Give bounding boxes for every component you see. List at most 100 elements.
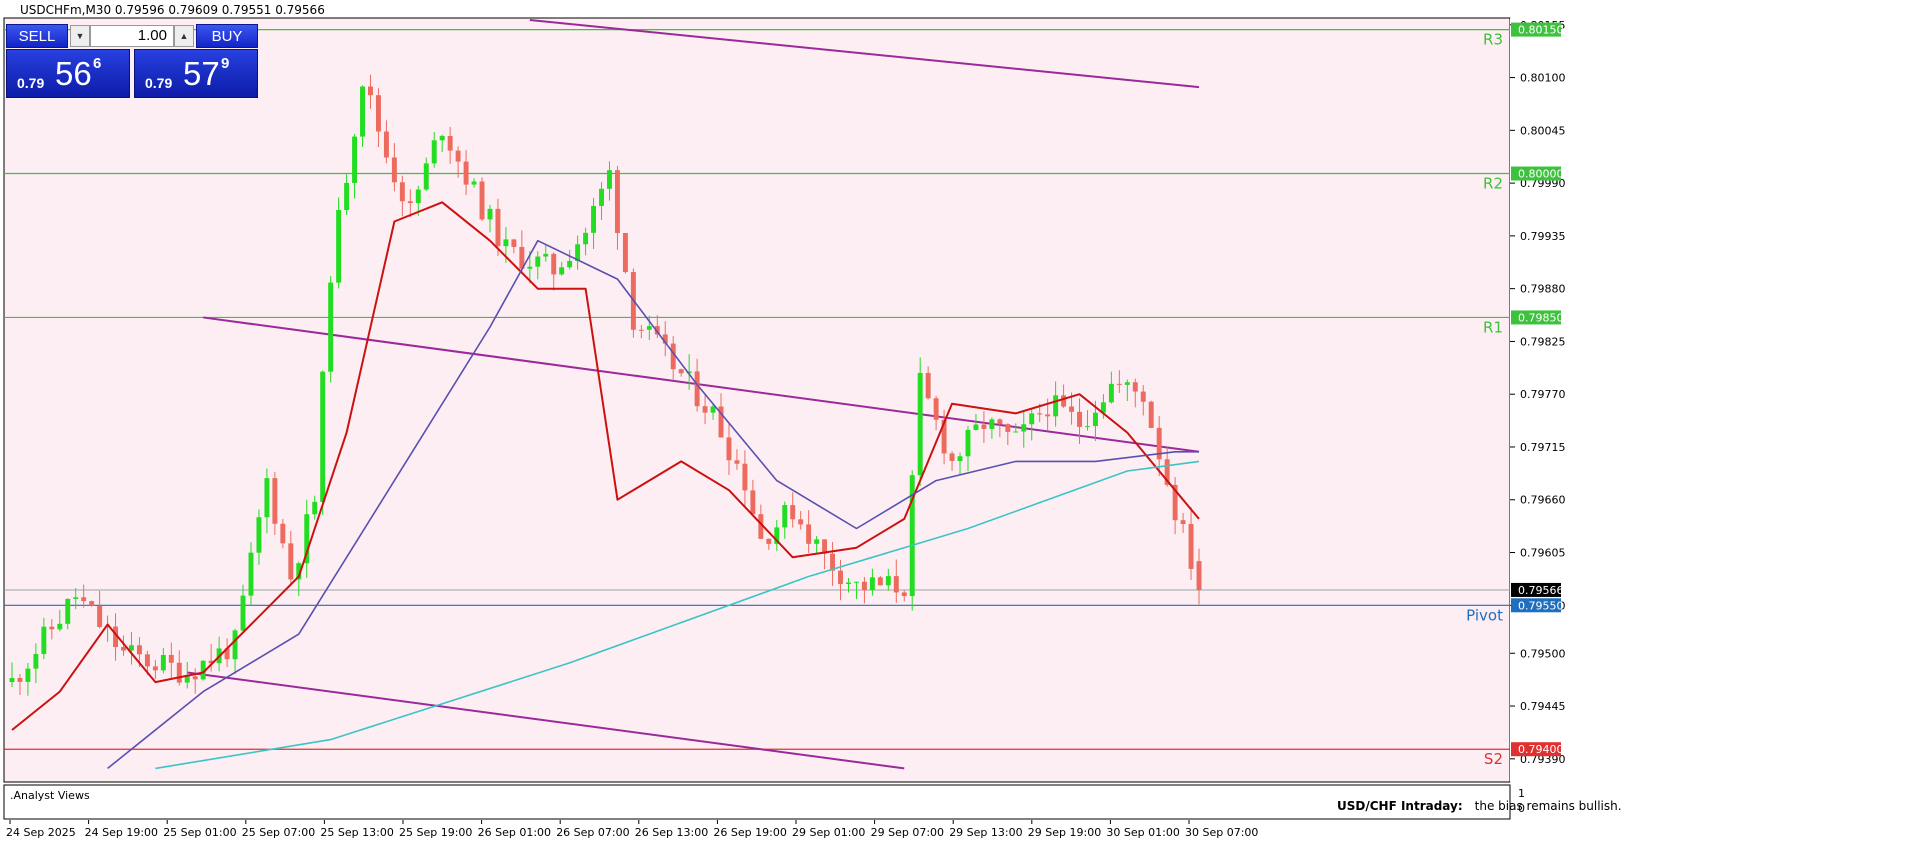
- price-tick-label: 0.79445: [1520, 700, 1566, 713]
- candle-body: [925, 372, 931, 399]
- candle-body: [41, 626, 47, 654]
- candle-body: [73, 597, 79, 599]
- price-marker-label: 0.80150: [1518, 24, 1564, 37]
- price-marker-label: 0.79400: [1518, 743, 1564, 756]
- candle-body: [121, 647, 126, 651]
- candle-body: [328, 282, 334, 372]
- candle-body: [1029, 413, 1035, 425]
- candle-body: [49, 626, 55, 630]
- indicator-scale-bottom: 0: [1518, 802, 1525, 815]
- time-tick-label: 24 Sep 2025: [6, 826, 76, 839]
- time-tick-label: 25 Sep 19:00: [399, 826, 472, 839]
- candle[interactable]: [1148, 400, 1154, 429]
- candle-body: [312, 501, 318, 515]
- buy-price-big: 57: [183, 55, 220, 92]
- candle[interactable]: [328, 275, 334, 383]
- lot-size-input[interactable]: 1.00: [90, 25, 174, 47]
- price-chart[interactable]: R3R2R1PivotS2 0.801550.801000.800450.799…: [0, 0, 1916, 840]
- price-marker-label: 0.80000: [1518, 168, 1564, 181]
- candle[interactable]: [909, 470, 915, 611]
- candle-body: [766, 538, 772, 544]
- time-tick-label: 26 Sep 19:00: [713, 826, 786, 839]
- candle[interactable]: [320, 370, 326, 516]
- candle-body: [495, 208, 501, 247]
- candle[interactable]: [479, 177, 485, 221]
- candle-body: [232, 630, 238, 660]
- candle-body: [543, 253, 549, 257]
- price-tick-label: 0.79605: [1520, 547, 1566, 560]
- candle-body: [144, 654, 150, 667]
- price-tick-label: 0.79880: [1520, 283, 1566, 296]
- candle-body: [463, 161, 469, 185]
- candle-body: [1116, 383, 1122, 385]
- candle-body: [272, 478, 278, 524]
- time-axis[interactable]: 24 Sep 2025 24 Sep 19:00 25 Sep 01:00 25 Se…: [6, 820, 1258, 839]
- buy-button[interactable]: BUY: [196, 24, 258, 48]
- sell-button[interactable]: SELL: [6, 24, 68, 48]
- time-tick-label: 29 Sep 01:00: [792, 826, 865, 839]
- candle-body: [360, 86, 365, 137]
- candle-body: [391, 157, 397, 183]
- trade-panel-top-row: SELL ▼ 1.00 ▲ BUY: [6, 24, 258, 48]
- candle-body: [607, 170, 612, 189]
- level-label-s2: S2: [1484, 750, 1503, 768]
- candle-body: [1132, 382, 1138, 392]
- candle-body: [375, 95, 381, 132]
- plot-background: [3, 17, 1511, 783]
- time-tick-label: 24 Sep 19:00: [85, 826, 158, 839]
- headline-text: the bias remains bullish.: [1475, 799, 1622, 813]
- candle-body: [152, 666, 158, 671]
- candle-body: [997, 419, 1003, 425]
- candle-body: [1108, 383, 1114, 403]
- candle[interactable]: [336, 197, 342, 289]
- level-label-r2: R2: [1483, 175, 1503, 193]
- lot-decrease-button[interactable]: ▼: [70, 25, 90, 47]
- candle-body: [734, 460, 740, 464]
- price-tick-label: 0.79660: [1520, 494, 1566, 507]
- candle-body: [33, 653, 39, 669]
- candle[interactable]: [917, 357, 923, 486]
- sell-price-sup: 6: [93, 55, 102, 72]
- time-tick-label: 25 Sep 07:00: [242, 826, 315, 839]
- candle-body: [9, 678, 15, 683]
- candle[interactable]: [622, 232, 628, 274]
- candle-body: [726, 437, 732, 461]
- price-marker-label: 0.79550: [1518, 599, 1564, 612]
- price-tick-label: 0.79715: [1520, 441, 1566, 454]
- candle-body: [1013, 431, 1019, 433]
- candle[interactable]: [877, 576, 883, 586]
- price-tick-label: 0.80100: [1520, 72, 1566, 85]
- candle-body: [1092, 412, 1098, 427]
- candle-body: [383, 131, 389, 158]
- headline-label: USD/CHF Intraday:: [1337, 799, 1463, 813]
- candle-body: [535, 256, 541, 267]
- candle-body: [280, 523, 286, 544]
- candle-body: [901, 592, 907, 597]
- candle-body: [1053, 395, 1059, 417]
- price-marker-label: 0.79566: [1518, 584, 1564, 597]
- buy-price-box[interactable]: 0.79 57 9: [134, 49, 258, 98]
- candle-body: [399, 182, 405, 202]
- sell-price-box[interactable]: 0.79 56 6: [6, 49, 130, 98]
- candle-body: [1077, 411, 1082, 427]
- symbol-header: USDCHFm,M30 0.79596 0.79609 0.79551 0.79…: [20, 3, 325, 17]
- candle-body: [814, 539, 820, 544]
- candle-body: [256, 517, 262, 553]
- candle-body: [838, 570, 843, 585]
- candle-body: [352, 136, 358, 183]
- candle-body: [599, 188, 604, 206]
- candle-body: [893, 576, 899, 593]
- candle-body: [1148, 401, 1154, 428]
- candle-body: [1180, 520, 1186, 524]
- candle-body: [551, 253, 557, 275]
- candle-body: [989, 419, 995, 429]
- indicator-scale-top: 1: [1518, 787, 1525, 800]
- candle-body: [240, 595, 246, 631]
- lot-increase-button[interactable]: ▲: [174, 25, 194, 47]
- candle-body: [1140, 391, 1146, 402]
- candle-body: [877, 577, 883, 586]
- chart-area[interactable]: R3R2R1PivotS2 0.801550.801000.800450.799…: [0, 0, 1916, 840]
- candle-body: [1196, 561, 1202, 590]
- candle-body: [742, 463, 748, 491]
- price-axis-background: [1510, 18, 1916, 782]
